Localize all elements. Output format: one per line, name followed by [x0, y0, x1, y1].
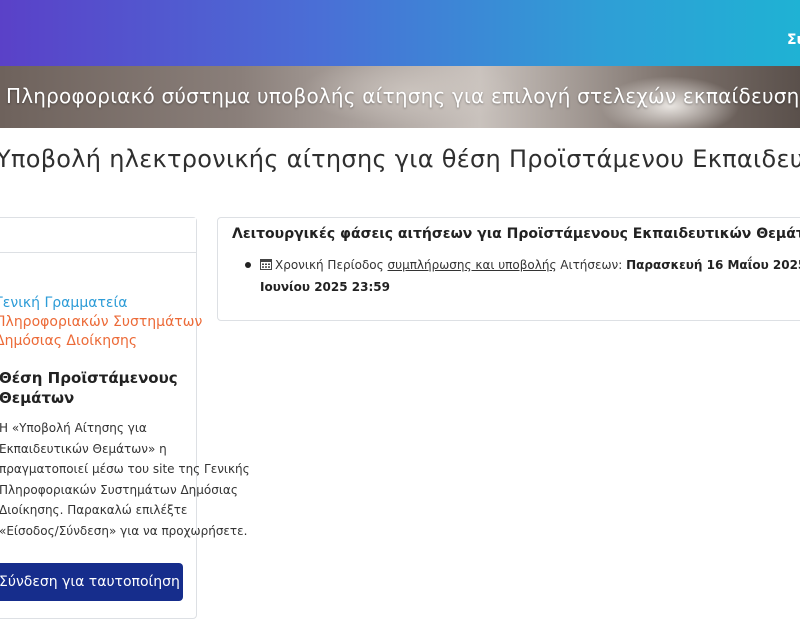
org-line-1: Γενική Γραμματεία: [0, 295, 128, 311]
period-middle: Αιτήσεων:: [556, 258, 627, 272]
desc-line: Πληροφοριακών Συστημάτων Δημόσιας: [0, 482, 238, 497]
organization-name: Γενική Γραμματεία Πληροφοριακών Συστημάτ…: [0, 294, 202, 351]
period-end-date: Ιουνίου 2025 23:59: [260, 280, 390, 294]
period-prefix: Χρονική Περίοδος: [275, 258, 388, 272]
phases-card: Λειτουργικές φάσεις αιτήσεων για Προϊστά…: [217, 217, 800, 321]
org-line-2: Πληροφοριακών Συστημάτων: [0, 314, 203, 330]
period-start-date: Παρασκευή 16 Μαΐου 2025: [626, 258, 800, 272]
desc-line: Εκπαιδευτικών Θεμάτων» η: [0, 441, 167, 456]
org-line-3: Δημόσιας Διοίκησης: [0, 333, 138, 349]
sidebar-card: Γενική Γραμματεία Πληροφοριακών Συστημάτ…: [0, 217, 250, 619]
submission-link[interactable]: συμπλήρωσης και υποβολής: [388, 258, 557, 272]
list-bullet: [245, 262, 251, 268]
sidebar-card-header: [0, 218, 196, 253]
authentication-button[interactable]: Σύνδεση για ταυτοποίηση: [0, 563, 183, 601]
banner: Πληροφοριακό σύστημα υποβολής αίτησης γι…: [0, 66, 800, 128]
desc-line: «Είσοδος/Σύνδεση» για να προχωρήσετε.: [0, 523, 248, 538]
desc-line: Διοίκησης. Παρακαλώ επιλέξτε: [0, 503, 188, 517]
calendar-icon: [260, 258, 272, 273]
top-bar: Σύ: [0, 0, 800, 66]
phase-item: Χρονική Περίοδος συμπλήρωσης και υποβολή…: [260, 258, 800, 273]
login-link[interactable]: Σύ: [787, 32, 800, 48]
page-title: Υποβολή ηλεκτρονικής αίτησης για θέση Πρ…: [0, 145, 800, 173]
sidebar-description: Η «Υποβολή Αίτησης για Εκπαιδευτικών Θεμ…: [0, 418, 250, 541]
desc-line: πραγματοποιεί μέσω του site της Γενικής: [0, 462, 250, 476]
phases-card-title: Λειτουργικές φάσεις αιτήσεων για Προϊστά…: [232, 226, 800, 242]
sidebar-heading: Θέση Προϊστάμενους Θεμάτων: [0, 368, 178, 408]
sidebar-heading-line-1: Θέση Προϊστάμενους: [0, 369, 178, 387]
banner-title: Πληροφοριακό σύστημα υποβολής αίτησης γι…: [6, 84, 800, 108]
desc-line: Η «Υποβολή Αίτησης για: [0, 421, 147, 435]
sidebar-heading-line-2: Θεμάτων: [0, 389, 75, 407]
